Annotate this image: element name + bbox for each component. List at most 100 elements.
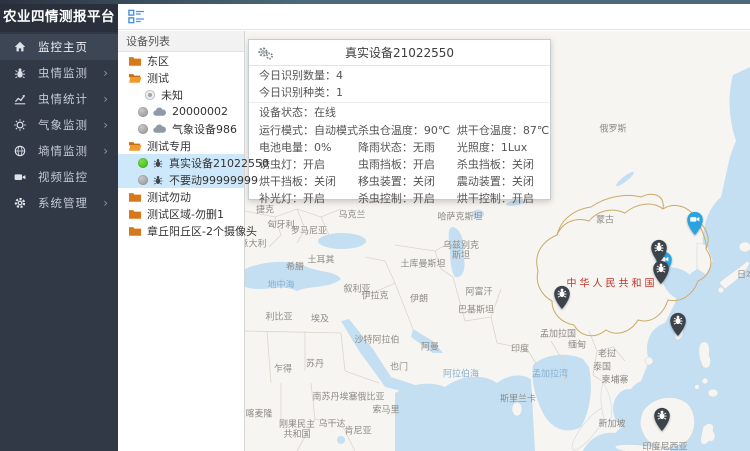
popup-field: 电池电量：0% <box>259 139 358 156</box>
sidebar-nav: 监控主页虫情监测›虫情统计›气象监测›墒情监测›视频监控系统管理› <box>0 32 118 216</box>
tree-folder[interactable]: 章丘阳丘区-2个摄像头 <box>118 222 244 239</box>
status-dot-offline <box>138 124 148 134</box>
popup-field: 虫雨挡板：开启 <box>358 156 457 173</box>
sidebar-item-label: 虫情监测 <box>38 65 88 81</box>
device-tree: 东区测试未知 20000002 气象设备986测试专用真实设备21022550不要动… <box>118 52 244 239</box>
sidebar-item-insect-stats[interactable]: 虫情统计 › <box>0 86 118 112</box>
topbar <box>118 4 750 30</box>
chevron-right-icon: › <box>103 144 108 158</box>
tree-device[interactable]: 气象设备986 <box>118 120 244 137</box>
map-marker-camera[interactable] <box>685 210 705 236</box>
tree-device-label: 真实设备21022550 <box>169 155 269 171</box>
sidebar-item-insect-monitor[interactable]: 虫情监测› <box>0 60 118 86</box>
popup-field: 移虫装置：关闭 <box>358 173 457 190</box>
popup-field: 震动装置：关闭 <box>457 173 550 190</box>
popup-sensor-row: 烘干挡板：关闭移虫装置：关闭震动装置：关闭 <box>249 173 550 190</box>
tree-device[interactable]: 真实设备21022550 <box>118 154 244 171</box>
weather-cloud-icon <box>152 107 167 117</box>
sidebar-item-system-manage[interactable]: 系统管理 › <box>0 190 118 216</box>
popup-sensor-row: 诱虫灯：开启虫雨挡板：开启杀虫挡板：关闭 <box>249 156 550 173</box>
tree-device-label: 不要动99999999 <box>169 172 258 188</box>
tree-folder[interactable]: 测试 <box>118 69 244 86</box>
popup-summary-row: 今日识别种类：1 <box>249 84 550 101</box>
radio-icon <box>144 89 156 101</box>
device-list-panel: 设备列表 东区测试未知 20000002 气象设备986测试专用真实设备210225… <box>118 31 245 451</box>
popup-field: 诱虫灯：开启 <box>259 156 358 173</box>
status-dot-offline <box>138 175 148 185</box>
popup-field: 烘干挡板：关闭 <box>259 173 358 190</box>
bug-device-icon <box>152 157 164 169</box>
folder-closed-icon <box>128 191 142 203</box>
device-info-popup: 真实设备21022550 今日识别数量：4今日识别种类：1 设备状态：在线 运行… <box>248 39 551 200</box>
video-icon <box>13 170 27 184</box>
popup-sensor-grid: 运行模式：自动模式杀虫仓温度：90℃烘干仓温度：87℃电池电量：0%降雨状态：无… <box>249 122 550 207</box>
map-marker-bug[interactable] <box>668 311 688 337</box>
sidebar-item-label: 虫情统计 <box>38 91 88 107</box>
tree-folder[interactable]: 测试勿动 <box>118 188 244 205</box>
sidebar-item-weather-monitor[interactable]: 气象监测› <box>0 112 118 138</box>
app-window: 农业四情测报平台 监控主页虫情监测›虫情统计›气象监测›墒情监测›视频监控系统管… <box>0 0 750 451</box>
world-map[interactable]: 俄罗斯蒙古中华人民共和国哈萨克斯坦乌克兰捷克匈牙利罗马尼亚意大利土耳其希腊土库曼… <box>245 31 750 451</box>
folder-closed-icon <box>128 225 142 237</box>
popup-status-section: 设备状态：在线 <box>249 103 550 122</box>
status-dot-online <box>138 158 148 168</box>
tree-folder-label: 章丘阳丘区-2个摄像头 <box>147 223 257 239</box>
popup-field: 补光灯：开启 <box>259 190 358 207</box>
folder-closed-icon <box>128 55 142 67</box>
popup-status-row: 设备状态：在线 <box>249 104 550 121</box>
chevron-right-icon: › <box>103 118 108 132</box>
home-icon <box>13 40 27 54</box>
sidebar-item-label: 视频监控 <box>38 169 88 185</box>
tree-toggle-icon[interactable] <box>128 9 145 24</box>
app-title: 农业四情测报平台 <box>0 0 118 32</box>
sidebar-item-label: 系统管理 <box>38 195 88 211</box>
tree-device-label: 未知 <box>161 87 183 103</box>
sidebar: 农业四情测报平台 监控主页虫情监测›虫情统计›气象监测›墒情监测›视频监控系统管… <box>0 0 118 451</box>
tree-folder-label: 测试 <box>147 70 169 86</box>
tree-device[interactable]: 不要动99999999 <box>118 171 244 188</box>
popup-field: 光照度：1Lux <box>457 139 550 156</box>
chevron-right-icon: › <box>103 196 108 210</box>
sidebar-item-label: 监控主页 <box>38 39 88 55</box>
chevron-right-icon: › <box>103 92 108 106</box>
tree-device[interactable]: 20000002 <box>118 103 244 120</box>
sidebar-item-video-monitor[interactable]: 视频监控 <box>0 164 118 190</box>
tree-device[interactable]: 未知 <box>118 86 244 103</box>
map-marker-bug[interactable] <box>652 406 672 432</box>
popup-field: 运行模式：自动模式 <box>259 122 358 139</box>
popup-summary-section: 今日识别数量：4今日识别种类：1 <box>249 66 550 103</box>
popup-device-title: 真实设备21022550 <box>249 40 550 66</box>
map-marker-bug[interactable] <box>651 259 671 285</box>
sidebar-item-monitor-home[interactable]: 监控主页 <box>0 34 118 60</box>
tree-folder[interactable]: 测试专用 <box>118 137 244 154</box>
status-dot-offline <box>138 107 148 117</box>
tree-device-label: 气象设备986 <box>172 121 237 137</box>
popup-sensor-row: 电池电量：0%降雨状态：无雨光照度：1Lux <box>249 139 550 156</box>
folder-open-icon <box>128 140 142 152</box>
popup-sensor-row: 运行模式：自动模式杀虫仓温度：90℃烘干仓温度：87℃ <box>249 122 550 139</box>
popup-field: 杀虫控制：开启 <box>358 190 457 207</box>
tree-folder[interactable]: 测试区域-勿删1 <box>118 205 244 222</box>
tree-device-label: 20000002 <box>172 105 228 118</box>
content: 设备列表 东区测试未知20000002气象设备986测试专用真实设备210225… <box>118 31 750 451</box>
popup-header: 真实设备21022550 <box>249 40 550 66</box>
tree-folder[interactable]: 东区 <box>118 52 244 69</box>
popup-field: 降雨状态：无雨 <box>358 139 457 156</box>
weather-cloud-icon <box>152 124 167 134</box>
folder-open-icon <box>128 72 142 84</box>
bug-device-icon <box>152 174 164 186</box>
folder-closed-icon <box>128 208 142 220</box>
popup-field: 烘干仓温度：87℃ <box>457 122 550 139</box>
map-marker-bug[interactable] <box>552 284 572 310</box>
tree-folder-label: 测试勿动 <box>147 189 191 205</box>
globe-icon <box>13 144 27 158</box>
sidebar-item-label: 墒情监测 <box>38 143 88 159</box>
window-top-strip <box>0 0 750 4</box>
sidebar-item-soil-monitor[interactable]: 墒情监测 › <box>0 138 118 164</box>
device-list-header: 设备列表 <box>118 31 244 52</box>
gear-icon <box>13 196 27 210</box>
popup-field: 杀虫仓温度：90℃ <box>358 122 457 139</box>
popup-sensor-row: 补光灯：开启杀虫控制：开启烘干控制：开启 <box>249 190 550 207</box>
tree-folder-label: 测试专用 <box>147 138 191 154</box>
tree-folder-label: 东区 <box>147 53 169 69</box>
